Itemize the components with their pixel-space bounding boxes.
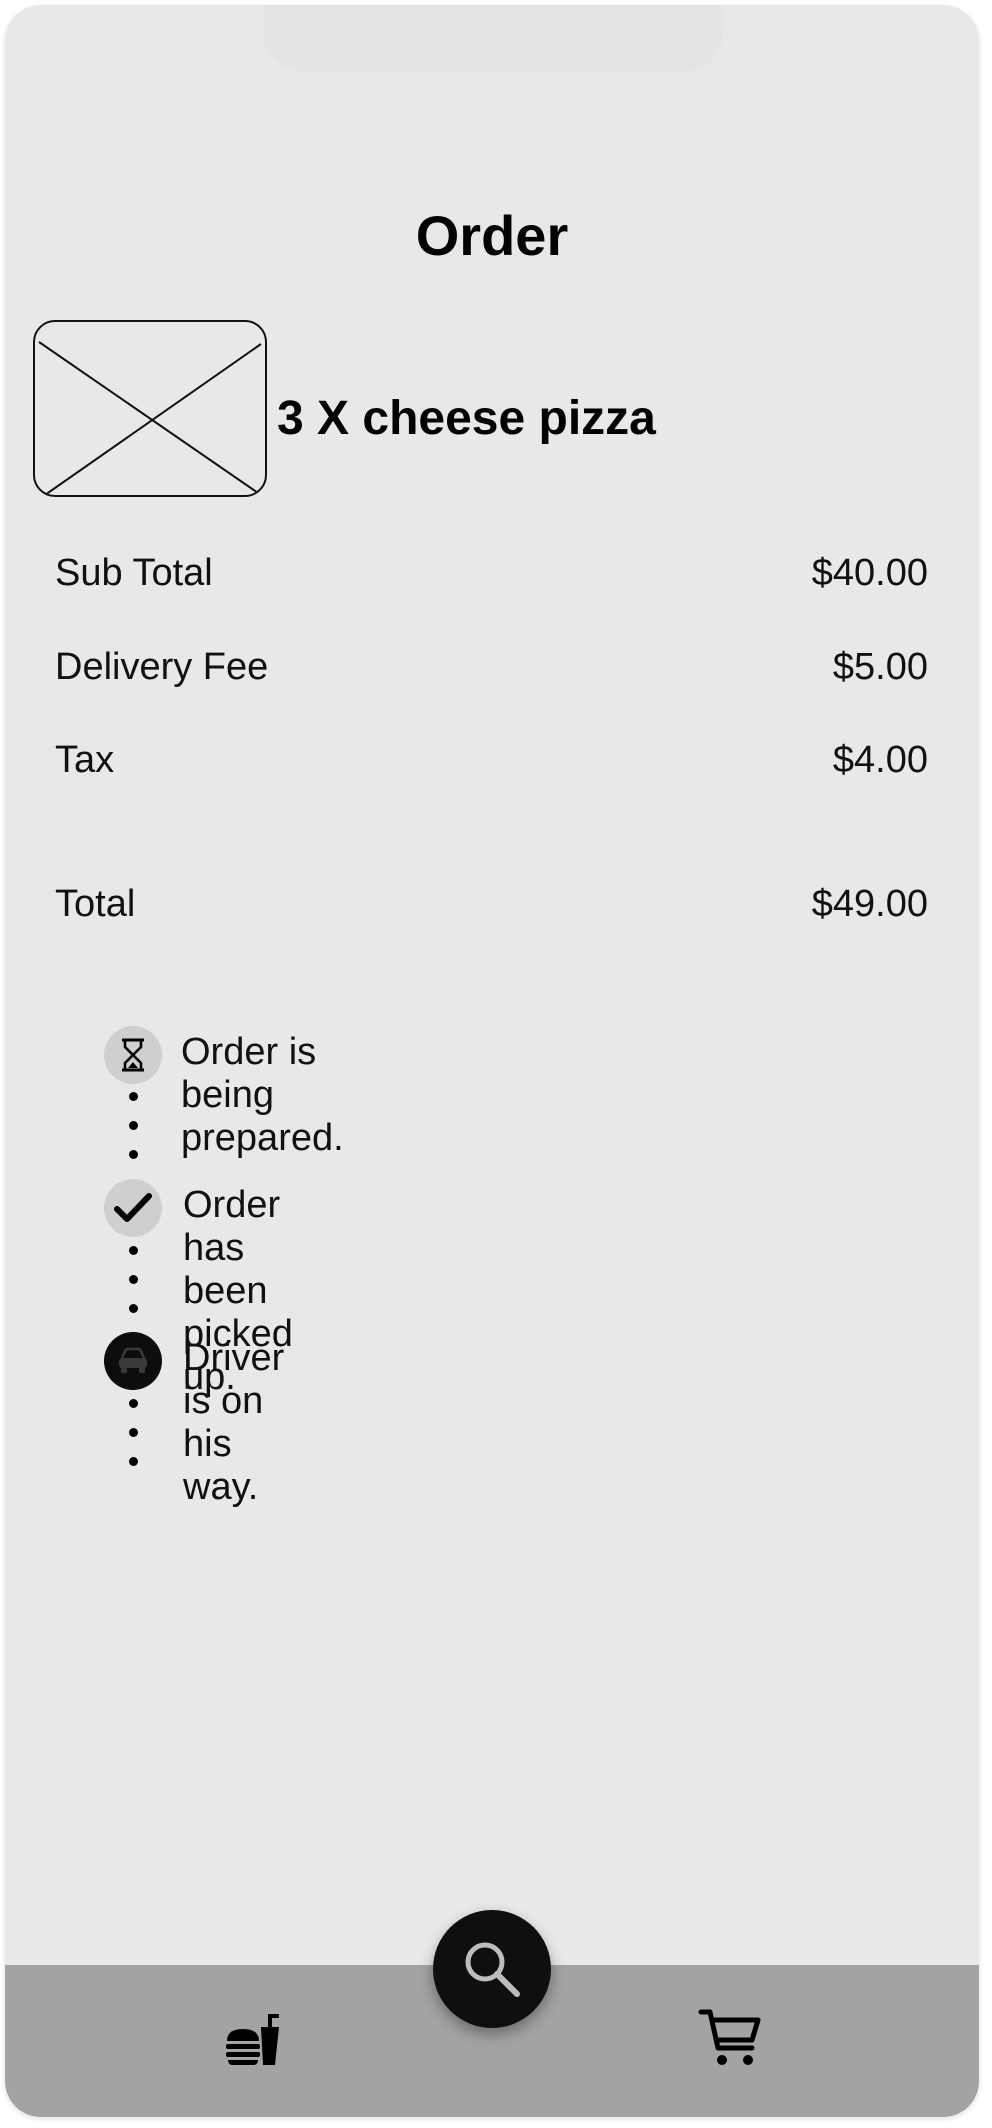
total-label: Total [55,883,136,925]
tax-value: $4.00 [832,739,928,781]
order-item-title: 3 X cheese pizza [277,392,656,445]
cart-icon [698,2009,761,2065]
status-preparing-text: Order is being prepared. [181,1031,344,1159]
subtotal-value: $40.00 [811,552,928,594]
timeline-dot [129,1092,138,1101]
subtotal-label: Sub Total [55,552,213,594]
search-button[interactable] [433,1910,551,2028]
timeline-dot [129,1457,138,1466]
total-value: $49.00 [811,883,928,925]
timeline-dot [129,1428,138,1437]
search-icon [465,1942,520,1997]
page-title: Order [415,204,569,267]
food-icon [226,2014,279,2065]
delivery-fee-label: Delivery Fee [55,646,269,688]
check-icon [104,1179,162,1237]
cart-button[interactable] [695,2003,765,2073]
status-driver-text: Driver is on his way. [183,1337,285,1508]
hourglass-icon [104,1026,162,1084]
image-placeholder-icon [33,320,267,497]
device-notch [263,5,723,71]
timeline-dot [129,1304,138,1313]
tax-label: Tax [55,739,115,781]
food-menu-button[interactable] [217,2005,287,2075]
phone-screen: Order 3 X cheese pizza Sub Total $40.00 … [5,5,979,2117]
timeline-dot [129,1246,138,1255]
delivery-fee-value: $5.00 [832,646,928,688]
car-icon [104,1332,162,1390]
timeline-dot [129,1150,138,1159]
timeline-dot [129,1275,138,1284]
timeline-dot [129,1399,138,1408]
timeline-dot [129,1121,138,1130]
